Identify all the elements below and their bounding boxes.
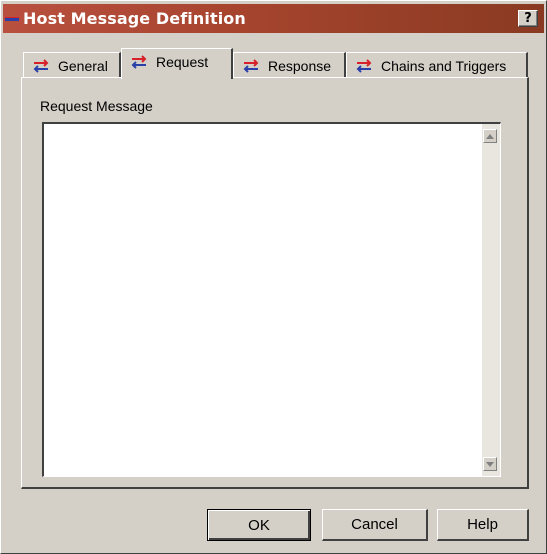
title-bar[interactable]: Host Message Definition ? <box>3 4 544 33</box>
tab-label: General <box>58 57 108 74</box>
tab-label: Response <box>268 57 332 74</box>
request-message-field[interactable] <box>42 122 501 477</box>
arrow-up-icon <box>486 133 494 139</box>
ok-button[interactable]: OK <box>207 509 311 541</box>
scroll-down-button[interactable] <box>483 457 497 471</box>
cancel-button[interactable]: Cancel <box>322 509 428 541</box>
context-help-button[interactable]: ? <box>518 10 538 27</box>
message-arrows-icon <box>242 58 260 73</box>
tab-label: Chains and Triggers <box>381 57 507 74</box>
tab-label: Request <box>156 54 209 70</box>
tab-panel-request: Request Message <box>21 77 529 489</box>
message-arrows-icon <box>32 58 50 73</box>
arrow-down-icon <box>486 461 494 467</box>
request-message-label: Request Message <box>40 98 153 114</box>
host-message-icon <box>5 12 19 26</box>
tab-general[interactable]: General <box>23 52 121 78</box>
tab-request[interactable]: Request <box>121 48 233 79</box>
message-arrows-icon <box>130 55 148 69</box>
vertical-scrollbar[interactable] <box>482 124 500 476</box>
tab-response[interactable]: Response <box>233 52 346 78</box>
scroll-up-button[interactable] <box>483 129 497 143</box>
dialog-window: Host Message Definition ? General Reques… <box>0 0 547 554</box>
message-arrows-icon <box>355 58 373 73</box>
tab-chains-and-triggers[interactable]: Chains and Triggers <box>346 52 528 78</box>
window-title: Host Message Definition <box>23 9 246 28</box>
help-button[interactable]: Help <box>437 509 529 541</box>
